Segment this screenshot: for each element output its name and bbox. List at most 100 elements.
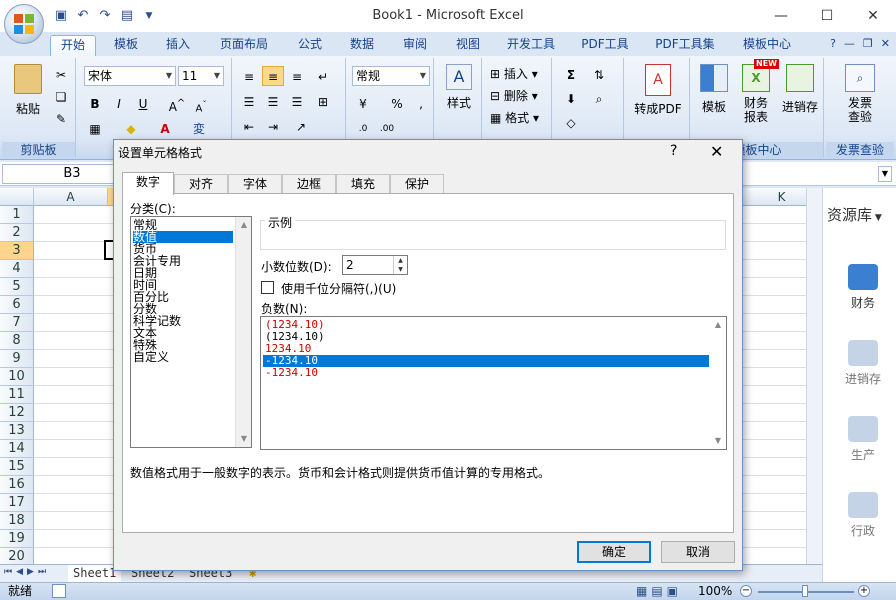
tab-alignment[interactable]: 对齐 bbox=[174, 174, 228, 194]
format-painter-icon[interactable]: ✎ bbox=[50, 108, 72, 128]
row-header[interactable]: 4 bbox=[0, 260, 34, 278]
tab-template[interactable]: 模板 bbox=[104, 35, 148, 56]
row-header[interactable]: 8 bbox=[0, 332, 34, 350]
row-header[interactable]: 13 bbox=[0, 422, 34, 440]
help-icon[interactable]: ? bbox=[830, 37, 836, 50]
column-header-a[interactable]: A bbox=[34, 188, 108, 206]
office-button[interactable] bbox=[4, 4, 44, 44]
negative-format-item[interactable]: 1234.10 bbox=[263, 343, 709, 355]
paste-button[interactable]: 粘贴 bbox=[8, 64, 48, 117]
sort-filter-icon[interactable]: ⇅ bbox=[588, 64, 610, 84]
tab-border[interactable]: 边框 bbox=[282, 174, 336, 194]
decrease-decimal-icon[interactable]: .00 bbox=[376, 118, 398, 138]
row-header[interactable]: 2 bbox=[0, 224, 34, 242]
underline-button[interactable]: U bbox=[132, 93, 154, 113]
negative-format-item[interactable]: -1234.10 bbox=[263, 367, 709, 379]
clear-icon[interactable]: ◇ bbox=[560, 112, 582, 132]
row-header[interactable]: 9 bbox=[0, 350, 34, 368]
category-scrollbar[interactable]: ▲ ▼ bbox=[235, 217, 251, 447]
align-bottom-icon[interactable]: ≡ bbox=[286, 66, 308, 86]
macro-record-icon[interactable] bbox=[52, 584, 66, 598]
dialog-close-button[interactable]: ✕ bbox=[710, 142, 723, 161]
expand-formula-icon[interactable]: ▼ bbox=[878, 166, 892, 182]
borders-icon[interactable]: ▦ bbox=[84, 118, 106, 138]
ribbon-restore-icon[interactable]: ❐ bbox=[863, 37, 873, 50]
zoom-in-icon[interactable]: + bbox=[858, 585, 870, 597]
close-window-button[interactable]: ✕ bbox=[850, 0, 896, 32]
decimal-places-spinner[interactable]: 2 ▲ ▼ bbox=[342, 255, 408, 275]
tab-template-center[interactable]: 模板中心 bbox=[734, 35, 800, 56]
row-header[interactable]: 3 bbox=[0, 242, 34, 260]
negative-format-item[interactable]: (1234.10) bbox=[263, 331, 709, 343]
resource-item-admin[interactable]: 行政 bbox=[841, 492, 885, 539]
orientation-icon[interactable]: ↗ bbox=[290, 116, 312, 136]
resource-item-finance[interactable]: 财务 bbox=[841, 264, 885, 311]
comma-icon[interactable]: , bbox=[410, 93, 432, 113]
thousands-separator-checkbox[interactable] bbox=[261, 281, 274, 294]
view-buttons-icon[interactable]: ▦▤▣ bbox=[636, 583, 682, 600]
tab-number[interactable]: 数字 bbox=[122, 172, 174, 195]
styles-button[interactable]: A 样式 bbox=[440, 64, 478, 111]
tab-page-layout[interactable]: 页面布局 bbox=[212, 35, 276, 56]
row-header[interactable]: 16 bbox=[0, 476, 34, 494]
shrink-font-icon[interactable]: Aˇ bbox=[190, 93, 212, 114]
invoice-check-button[interactable]: ⌕ 发票查验 bbox=[830, 64, 890, 124]
tab-view[interactable]: 视图 bbox=[446, 35, 490, 56]
delete-cells-button[interactable]: ⊟ 删除 ▾ bbox=[490, 86, 538, 106]
tab-pdf-toolset[interactable]: PDF工具集 bbox=[648, 35, 722, 56]
font-size-combo[interactable]: 11 ▼ bbox=[178, 66, 224, 86]
resource-item-purchase-sales[interactable]: 进销存 bbox=[841, 340, 885, 387]
font-name-combo[interactable]: 宋体 ▼ bbox=[84, 66, 176, 86]
cancel-button[interactable]: 取消 bbox=[661, 541, 735, 563]
row-header[interactable]: 15 bbox=[0, 458, 34, 476]
fill-color-icon[interactable]: ◆ bbox=[120, 118, 142, 138]
dialog-help-button[interactable]: ? bbox=[670, 143, 677, 159]
insert-cells-button[interactable]: ⊞ 插入 ▾ bbox=[490, 64, 538, 84]
tab-pdf-tools[interactable]: PDF工具 bbox=[574, 35, 636, 56]
align-right-icon[interactable]: ☰ bbox=[286, 91, 308, 111]
zoom-level[interactable]: 100% bbox=[698, 583, 732, 600]
zoom-slider-thumb[interactable] bbox=[802, 585, 808, 597]
spinner-arrows-icon[interactable]: ▲ ▼ bbox=[393, 256, 407, 274]
cut-icon[interactable]: ✂ bbox=[50, 64, 72, 84]
ribbon-close-icon[interactable]: ✕ bbox=[881, 37, 890, 50]
category-listbox[interactable]: 常规 数值 货币 会计专用 日期 时间 百分比 分数 科学记数 文本 特殊 自定义 ▲ ▼ bbox=[130, 216, 252, 448]
resource-panel-title[interactable]: 资源库 ▼ bbox=[827, 204, 882, 225]
row-header[interactable]: 11 bbox=[0, 386, 34, 404]
row-header[interactable]: 7 bbox=[0, 314, 34, 332]
align-top-icon[interactable]: ≡ bbox=[238, 66, 260, 86]
template-button[interactable]: 模板 bbox=[694, 64, 734, 115]
tab-fill[interactable]: 填充 bbox=[336, 174, 390, 194]
category-item[interactable]: 自定义 bbox=[133, 351, 169, 363]
wrap-text-icon[interactable]: ↵ bbox=[312, 66, 334, 86]
maximize-button[interactable]: ☐ bbox=[804, 0, 850, 32]
find-select-icon[interactable]: ⌕ bbox=[588, 88, 610, 108]
zoom-out-icon[interactable]: − bbox=[740, 585, 752, 597]
row-header[interactable]: 1 bbox=[0, 206, 34, 224]
align-center-icon[interactable]: ☰ bbox=[262, 91, 284, 111]
align-middle-icon[interactable]: ≡ bbox=[262, 66, 284, 86]
merge-center-icon[interactable]: ⊞ bbox=[312, 91, 334, 111]
negative-format-item[interactable]: -1234.10 bbox=[263, 355, 709, 367]
negative-numbers-scrollbar[interactable]: ▲ ▼ bbox=[710, 317, 726, 449]
phonetic-icon[interactable]: 変 bbox=[188, 118, 210, 138]
row-header[interactable]: 19 bbox=[0, 530, 34, 548]
decrease-indent-icon[interactable]: ⇤ bbox=[238, 116, 260, 136]
copy-icon[interactable]: ❏ bbox=[50, 86, 72, 106]
ok-button[interactable]: 确定 bbox=[577, 541, 651, 563]
purchase-sales-button[interactable]: 进销存 bbox=[778, 64, 822, 115]
currency-icon[interactable]: ¥ bbox=[352, 93, 374, 113]
minimize-button[interactable]: — bbox=[758, 0, 804, 32]
increase-indent-icon[interactable]: ⇥ bbox=[262, 116, 284, 136]
finance-report-button[interactable]: X NEW 财务报表 bbox=[736, 59, 779, 124]
align-left-icon[interactable]: ☰ bbox=[238, 91, 260, 111]
tab-formulas[interactable]: 公式 bbox=[288, 35, 332, 56]
bold-button[interactable]: B bbox=[84, 93, 106, 113]
grow-font-icon[interactable]: A^ bbox=[166, 93, 188, 114]
negative-numbers-listbox[interactable]: (1234.10) (1234.10) 1234.10 -1234.10 -1234.1… bbox=[260, 316, 727, 450]
fill-icon[interactable]: ⬇ bbox=[560, 88, 582, 108]
number-format-combo[interactable]: 常规 ▼ bbox=[352, 66, 430, 86]
tab-developer[interactable]: 开发工具 bbox=[500, 35, 562, 56]
row-header[interactable]: 18 bbox=[0, 512, 34, 530]
percent-icon[interactable]: % bbox=[386, 93, 408, 113]
